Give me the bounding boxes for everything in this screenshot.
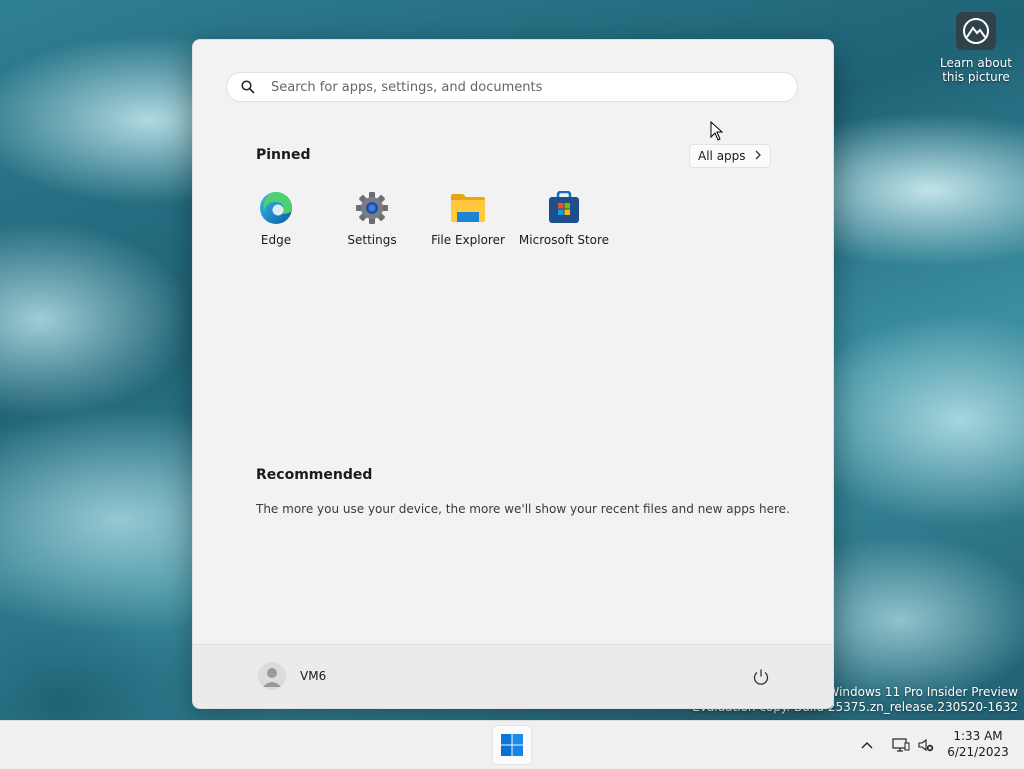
power-button[interactable]	[749, 665, 773, 689]
windows-logo-icon	[501, 734, 523, 756]
network-monitor-icon	[892, 738, 910, 752]
search-input[interactable]	[269, 78, 773, 96]
pinned-app-file-explorer[interactable]: File Explorer	[420, 190, 516, 247]
pinned-app-microsoft-store[interactable]: Microsoft Store	[516, 190, 612, 247]
widget-label: Learn about this picture	[940, 56, 1012, 84]
app-label: Microsoft Store	[518, 233, 610, 247]
recommended-heading: Recommended	[256, 467, 373, 483]
clock-date: 6/21/2023	[947, 745, 1009, 759]
pinned-app-edge[interactable]: Edge	[228, 190, 324, 247]
chevron-up-icon	[861, 742, 873, 749]
clock-button[interactable]: 1:33 AM 6/21/2023	[936, 728, 1020, 760]
store-bag-icon	[546, 190, 582, 226]
show-hidden-icons-button[interactable]	[860, 721, 874, 769]
speaker-muted-icon	[918, 738, 934, 752]
clock-time: 1:33 AM	[953, 729, 1003, 743]
power-icon	[753, 669, 769, 685]
taskbar: 1:33 AM 6/21/2023	[0, 720, 1024, 769]
recommended-empty-text: The more you use your device, the more w…	[256, 502, 790, 516]
folder-icon	[450, 190, 486, 226]
pinned-heading: Pinned	[256, 147, 311, 163]
app-label: Edge	[260, 233, 292, 247]
learn-about-picture-widget[interactable]: Learn about this picture	[940, 12, 1012, 84]
edge-icon	[258, 190, 294, 226]
network-status-button[interactable]	[892, 721, 910, 769]
all-apps-button[interactable]: All apps	[689, 144, 771, 168]
chevron-right-icon	[754, 149, 762, 163]
user-account-button[interactable]: VM6	[258, 662, 326, 690]
user-name: VM6	[300, 669, 327, 683]
pinned-app-settings[interactable]: Settings	[324, 190, 420, 247]
start-menu: Pinned All apps Edge	[192, 39, 834, 709]
pinned-apps-grid: Edge Settings File Explorer Microsoft St…	[228, 190, 612, 247]
all-apps-label: All apps	[698, 149, 746, 163]
app-label: Settings	[347, 233, 397, 247]
avatar	[258, 662, 286, 690]
settings-gear-icon	[354, 190, 390, 226]
app-label: File Explorer	[431, 233, 505, 247]
mouse-cursor-icon	[710, 120, 724, 145]
search-box[interactable]	[226, 72, 798, 102]
volume-button[interactable]	[918, 721, 934, 769]
camera-icon	[956, 12, 996, 50]
start-button[interactable]	[492, 725, 532, 765]
start-menu-footer: VM6	[193, 644, 833, 708]
search-icon	[241, 79, 257, 95]
